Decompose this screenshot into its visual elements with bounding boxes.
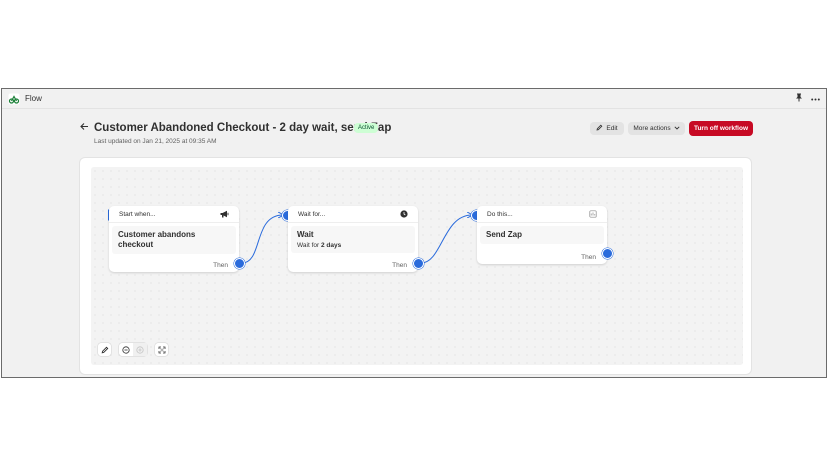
page-title: Customer Abandoned Checkout - 2 day wait… — [94, 122, 392, 134]
workflow-canvas[interactable]: Start when... Customer abandons checkout… — [91, 167, 743, 365]
edit-button[interactable]: Edit — [590, 122, 624, 135]
page-header: Customer Abandoned Checkout - 2 day wait… — [80, 120, 753, 148]
arrow-left-icon[interactable] — [80, 122, 89, 134]
node-header: Wait for... — [288, 206, 418, 223]
node-header-label: Start when... — [119, 210, 156, 218]
node-header-label: Do this... — [487, 210, 513, 218]
edit-button-label: Edit — [606, 125, 618, 132]
pencil-icon — [596, 124, 603, 133]
node-body: Wait Wait for 2 days — [291, 226, 415, 253]
fit-view-icon[interactable] — [155, 343, 168, 356]
app-window: Flow Customer Abandoned Checkout - 2 day… — [1, 88, 827, 378]
megaphone-icon — [220, 210, 229, 218]
node-then-label: Then — [581, 254, 596, 261]
node-title: Send Zap — [486, 230, 523, 239]
node-body: Send Zap — [480, 226, 604, 244]
zoom-controls — [119, 343, 147, 356]
node-subtitle: Wait for 2 days — [297, 242, 409, 249]
node-then-label: Then — [392, 262, 407, 269]
app-name: Flow — [25, 94, 42, 103]
node-header-label: Wait for... — [298, 210, 326, 218]
flow-app-icon — [8, 93, 20, 105]
pencil-icon[interactable] — [98, 343, 111, 356]
trigger-node[interactable]: Start when... Customer abandons checkout… — [109, 206, 239, 272]
output-port[interactable] — [602, 248, 613, 259]
last-updated-text: Last updated on Jan 21, 2025 at 09:35 AM — [94, 138, 217, 145]
node-title: Customer abandons checkout — [118, 230, 196, 249]
connector-1 — [241, 215, 283, 264]
connector-2 — [420, 215, 472, 264]
status-badge: Active — [354, 123, 379, 133]
action-node[interactable]: Do this... Send Zap Then — [477, 206, 607, 264]
clock-icon — [400, 210, 408, 218]
node-header: Start when... — [109, 206, 239, 223]
pin-icon[interactable] — [795, 93, 803, 104]
node-title: Wait — [297, 230, 314, 239]
zoom-out-icon[interactable] — [119, 343, 133, 356]
more-dots-icon[interactable] — [811, 94, 820, 103]
output-port[interactable] — [413, 258, 424, 269]
node-then-label: Then — [213, 262, 228, 269]
app-title-bar: Flow — [2, 89, 826, 109]
more-actions-button[interactable]: More actions — [628, 122, 685, 135]
node-subtitle-prefix: Wait for — [297, 242, 321, 249]
chevron-down-icon — [674, 125, 680, 132]
output-port[interactable] — [234, 258, 245, 269]
node-body: Customer abandons checkout — [112, 226, 236, 254]
turn-off-workflow-button[interactable]: Turn off workflow — [689, 121, 753, 136]
node-subtitle-value: 2 days — [320, 242, 342, 249]
workflow-card: Start when... Customer abandons checkout… — [79, 157, 752, 375]
zoom-in-icon[interactable] — [133, 343, 147, 356]
app-block-icon — [589, 210, 597, 218]
wait-node[interactable]: Wait for... Wait Wait for 2 days Then — [288, 206, 418, 272]
node-header: Do this... — [477, 206, 607, 223]
more-actions-label: More actions — [633, 125, 671, 132]
